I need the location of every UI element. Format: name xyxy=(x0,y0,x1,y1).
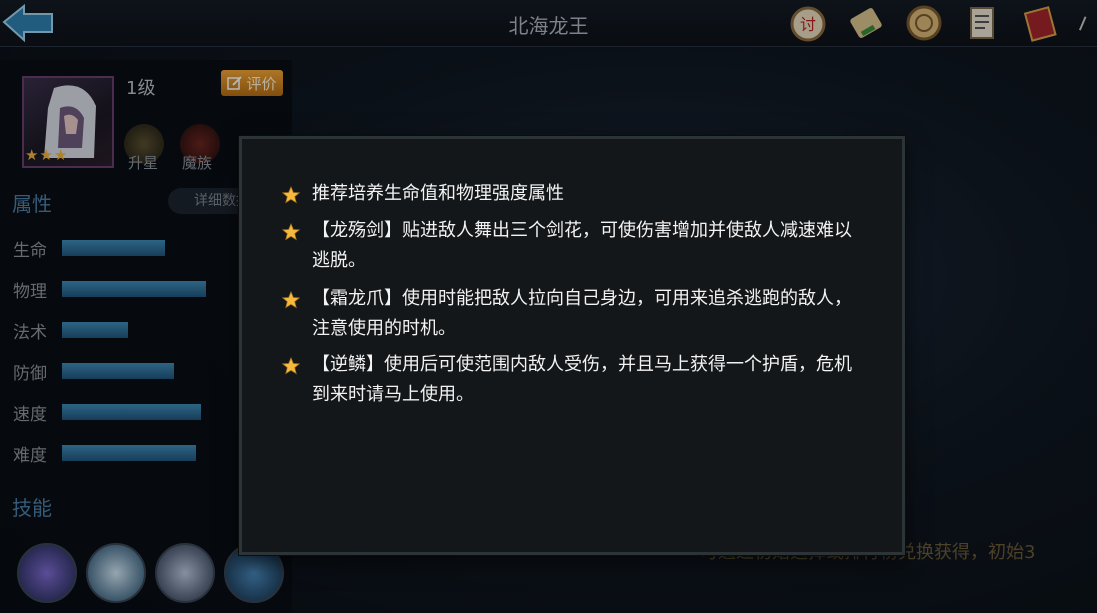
tip-text: 【逆鳞】使用后可使范围内敌人受伤，并且马上获得一个护盾，危机到来时请马上使用。 xyxy=(312,354,852,405)
star-bullet-icon xyxy=(282,186,300,204)
tip-item: 【逆鳞】使用后可使范围内敌人受伤，并且马上获得一个护盾，危机到来时请马上使用。 xyxy=(282,350,852,410)
tip-text: 推荐培养生命值和物理强度属性 xyxy=(312,183,564,204)
star-bullet-icon xyxy=(282,223,300,241)
tip-text: 【霜龙爪】使用时能把敌人拉向自己身边，可用来追杀逃跑的敌人，注意使用的时机。 xyxy=(312,288,852,339)
star-bullet-icon xyxy=(282,291,300,309)
star-bullet-icon xyxy=(282,357,300,375)
tip-item: 【龙殇剑】贴进敌人舞出三个剑花，可使伤害增加并使敌人减速难以逃脱。 xyxy=(282,216,852,276)
tips-popup: 推荐培养生命值和物理强度属性 【龙殇剑】贴进敌人舞出三个剑花，可使伤害增加并使敌… xyxy=(239,136,905,555)
tip-text: 【龙殇剑】贴进敌人舞出三个剑花，可使伤害增加并使敌人减速难以逃脱。 xyxy=(312,220,852,271)
tip-item: 【霜龙爪】使用时能把敌人拉向自己身边，可用来追杀逃跑的敌人，注意使用的时机。 xyxy=(282,284,852,344)
tip-item: 推荐培养生命值和物理强度属性 xyxy=(282,179,852,209)
